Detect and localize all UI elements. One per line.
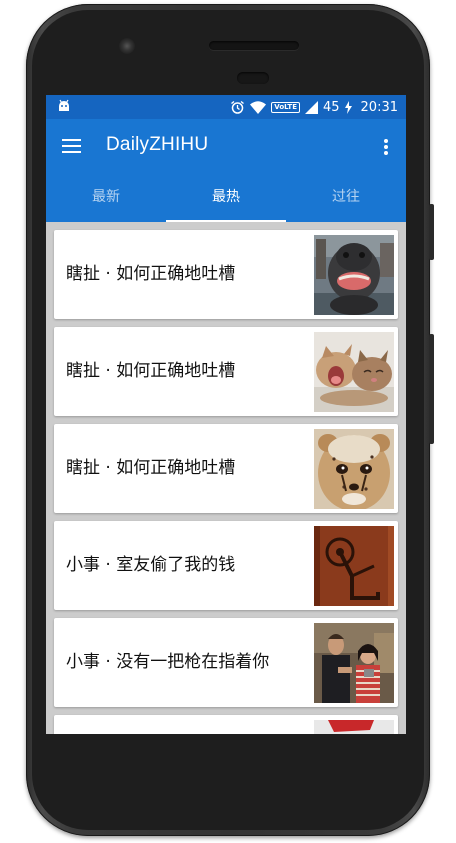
story-title: 瞎扯 · 如何正确地吐槽 [66,361,236,381]
list-item[interactable]: 小事 · 室友偷了我的钱 [54,521,398,610]
volume-button [429,334,434,444]
cell-signal-icon [304,100,318,114]
tab-bar: 最新 最热 过往 [46,175,406,222]
volte-badge: VoLTE [271,101,300,113]
yawning-kittens-thumbnail [314,332,394,412]
tab-past[interactable]: 过往 [286,175,406,222]
list-item[interactable]: 小事 · 没有一把枪在指着你 [54,618,398,707]
list-item[interactable]: 瞎扯 · 如何正确地吐槽 [54,424,398,513]
charging-bolt-icon [344,100,352,114]
power-button [429,204,434,260]
status-bar: VoLTE 45 20:31 [46,95,406,119]
story-title: 瞎扯 · 如何正确地吐槽 [66,458,236,478]
story-title: 瞎扯 · 如何正确地吐槽 [66,264,236,284]
movie-scene-thumbnail [314,623,394,703]
list-item[interactable]: 瞎扯 · 如何正确地吐槽 [54,230,398,319]
app-title: DailyZHIHU [106,134,209,155]
hamburger-menu-icon[interactable] [60,135,84,159]
status-time: 20:31 [360,99,398,115]
earpiece-speaker [209,41,299,50]
screen: VoLTE 45 20:31 DailyZHIHU 最新 最热 过往 瞎扯 · … [46,95,406,734]
tab-latest[interactable]: 最新 [46,175,166,222]
status-icons: VoLTE 45 20:31 [230,98,398,116]
story-list[interactable]: 瞎扯 · 如何正确地吐槽 瞎扯 · 如何正确地吐槽 瞎扯 · 如何正确地吐槽 小… [46,222,406,734]
bicycle-shadow-thumbnail [314,526,394,606]
android-notification-icon [59,99,69,111]
cheetah-cub-thumbnail [314,429,394,509]
app-bar: DailyZHIHU [46,119,406,175]
tab-hottest[interactable]: 最热 [166,175,286,222]
dinosaur-statue-thumbnail [314,235,394,315]
front-camera [119,38,135,54]
wifi-icon [250,100,267,114]
battery-level: 45 [322,99,340,115]
list-item[interactable] [54,715,398,734]
story-title: 小事 · 室友偷了我的钱 [66,555,236,575]
alarm-icon [231,100,245,114]
proximity-sensor [237,72,269,84]
story-title: 小事 · 没有一把枪在指着你 [66,652,270,672]
list-item[interactable]: 瞎扯 · 如何正确地吐槽 [54,327,398,416]
partial-thumbnail [314,720,394,734]
more-options-icon[interactable] [374,135,398,159]
